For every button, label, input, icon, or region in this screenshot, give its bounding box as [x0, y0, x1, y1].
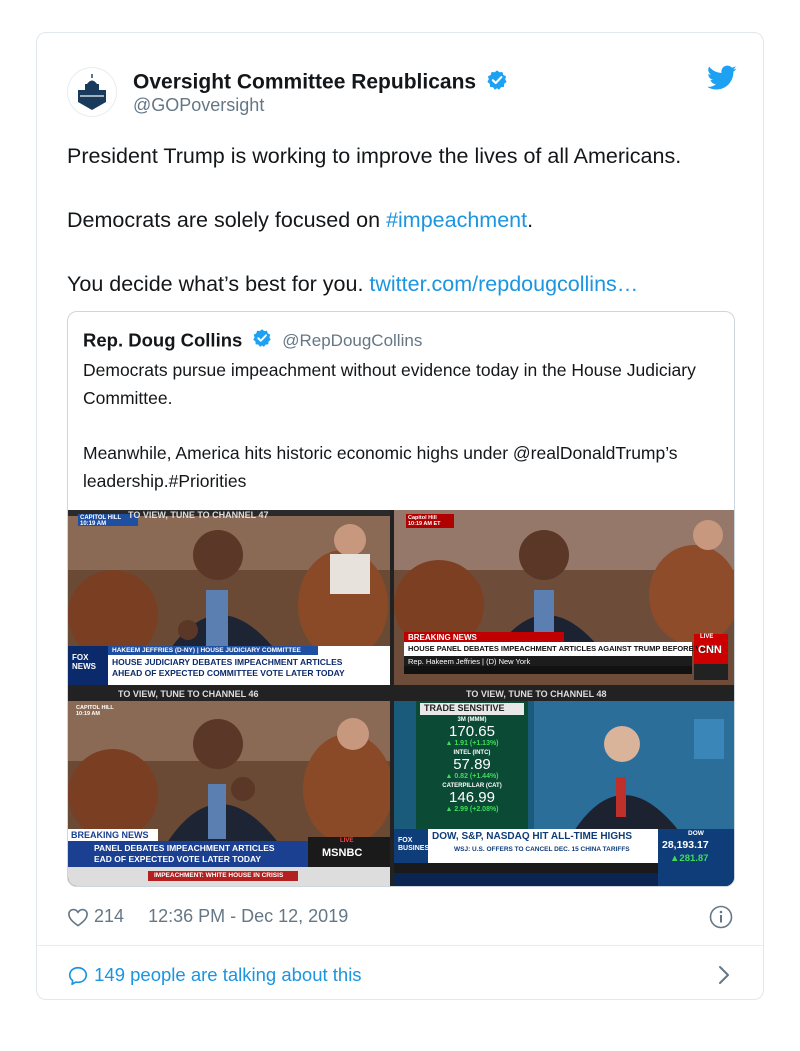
- chevron-right-icon[interactable]: [717, 963, 731, 992]
- stock-price: 57.89: [453, 756, 491, 773]
- panel-title: TRADE SENSITIVE: [424, 703, 505, 713]
- index-change: ▲281.87: [670, 853, 708, 864]
- tweet-paragraph-1: President Trump is working to improve th…: [67, 144, 682, 168]
- network-logo: FOX BUSINESS: [398, 837, 434, 852]
- lower-third-line-1: HOUSE JUDICIARY DEBATES IMPEACHMENT ARTI…: [112, 657, 343, 667]
- quoted-paragraph-1: Democrats pursue impeachment without evi…: [83, 360, 696, 408]
- tweet-text-span: Democrats are solely focused on: [67, 208, 387, 232]
- speech-bubble-icon: [67, 964, 94, 985]
- conversation-count-text[interactable]: 149 people are talking about this: [94, 964, 361, 985]
- media-grid[interactable]: TO VIEW, TUNE TO CHANNEL 47 CAPITOL HILL…: [68, 510, 734, 886]
- channel-banner: TO VIEW, TUNE TO CHANNEL 48: [466, 689, 607, 699]
- network-logo: FOX NEWS: [72, 653, 96, 671]
- twitter-bird-icon[interactable]: [707, 65, 737, 96]
- up-arrow-icon: ▲: [445, 740, 455, 747]
- sub-headline: WSJ: U.S. OFFERS TO CANCEL DEC. 15 CHINA…: [454, 846, 630, 853]
- tweet-text-span: You decide what’s best for you.: [67, 272, 370, 296]
- lower-third-line-2: EAD OF EXPECTED VOTE LATER TODAY: [94, 854, 262, 864]
- ticker-text: IMPEACHMENT: WHITE HOUSE IN CRISIS: [154, 872, 284, 879]
- tweet-paragraph-3: You decide what’s best for you. twitter.…: [67, 269, 747, 300]
- location-bug: CAPITOL HILL 10:19 AM: [80, 515, 122, 527]
- network-logo: CNN: [698, 644, 722, 656]
- author-avatar[interactable]: [67, 67, 117, 117]
- media-frame-cnn[interactable]: Capitol Hill 10:19 AM ET BREAKING NEWS H…: [394, 510, 734, 685]
- lower-third-line-1: PANEL DEBATES IMPEACHMENT ARTICLES: [94, 843, 275, 853]
- stock-change-value: 1.91 (+1.13%): [454, 740, 499, 747]
- location-bug: CAPITOL HILL 10:19 AM: [76, 705, 114, 717]
- divider: [37, 945, 763, 946]
- stock-list: 3M (MMM) 170.65 ▲ 1.91 (+1.13%) INTEL (INTC…: [420, 717, 524, 816]
- tweet-body: President Trump is working to improve th…: [67, 141, 747, 333]
- embedded-tweet-card: Oversight Committee Republicans @GOPover…: [36, 32, 764, 1000]
- channel-banner: TO VIEW, TUNE TO CHANNEL 47: [128, 510, 269, 520]
- timestamp-link[interactable]: 12:36 PM - Dec 12, 2019: [148, 906, 348, 926]
- stock-row: 3M (MMM) 170.65 ▲ 1.91 (+1.13%): [420, 717, 524, 748]
- live-badge: LIVE: [700, 634, 714, 640]
- stock-change-value: 2.99 (+2.08%): [454, 806, 499, 813]
- headline: DOW, S&P, NASDAQ HIT ALL-TIME HIGHS: [432, 831, 633, 842]
- conversation-link[interactable]: 149 people are talking about this: [67, 963, 362, 987]
- author-name-row[interactable]: Oversight Committee Republicans: [133, 69, 508, 95]
- up-arrow-icon: ▲: [445, 806, 455, 813]
- verified-badge-icon: [252, 328, 272, 353]
- tweet-paragraph-2: Democrats are solely focused on #impeach…: [67, 205, 747, 236]
- stock-change-value: 0.82 (+1.44%): [454, 773, 499, 780]
- quoted-paragraph-2: Meanwhile, America hits historic economi…: [83, 443, 678, 491]
- capitol-logo-icon: [68, 68, 116, 116]
- verified-badge-icon: [486, 69, 508, 96]
- stock-change: ▲ 1.91 (+1.13%): [420, 740, 524, 748]
- media-frame-fox-news[interactable]: TO VIEW, TUNE TO CHANNEL 47 CAPITOL HILL…: [68, 510, 390, 685]
- live-badge: LIVE: [340, 838, 354, 844]
- index-change-value: 281.87: [679, 853, 709, 864]
- stock-change: ▲ 0.82 (+1.44%): [420, 773, 524, 781]
- heart-icon[interactable]: [67, 906, 94, 927]
- author-display-name[interactable]: Oversight Committee Republicans: [133, 71, 476, 94]
- quoted-author-handle[interactable]: @RepDougCollins: [282, 331, 422, 350]
- quoted-url-link[interactable]: twitter.com/repdougcollins…: [369, 272, 638, 296]
- breaking-news-label: BREAKING NEWS: [408, 633, 477, 642]
- network-logo: MSNBC: [322, 847, 363, 859]
- info-icon[interactable]: [709, 905, 733, 934]
- quoted-tweet[interactable]: Rep. Doug Collins @RepDougCollins Democr…: [67, 311, 735, 887]
- stock-change: ▲ 2.99 (+2.08%): [420, 806, 524, 814]
- lower-third-line-2: AHEAD OF EXPECTED COMMITTEE VOTE LATER T…: [112, 668, 345, 678]
- index-value: 28,193.17: [662, 839, 709, 851]
- up-arrow-icon: ▲: [670, 853, 680, 864]
- location-bug: Capitol Hill 10:19 AM ET: [408, 515, 441, 527]
- hashtag-impeachment-link[interactable]: #impeachment: [386, 208, 527, 232]
- lower-third-name: Rep. Hakeem Jeffries | (D) New York: [408, 657, 531, 666]
- index-label: DOW: [688, 830, 704, 837]
- stock-price: 146.99: [449, 789, 495, 806]
- stock-price: 170.65: [449, 723, 495, 740]
- up-arrow-icon: ▲: [445, 773, 455, 780]
- quoted-author-name[interactable]: Rep. Doug Collins: [83, 330, 242, 351]
- tweet-text-span: .: [527, 208, 534, 232]
- lower-third-name: HAKEEM JEFFRIES (D-NY) | HOUSE JUDICIARY…: [112, 647, 301, 654]
- like-count[interactable]: 214: [94, 906, 124, 926]
- quoted-tweet-body: Democrats pursue impeachment without evi…: [83, 356, 713, 522]
- media-frame-msnbc[interactable]: TO VIEW, TUNE TO CHANNEL 46 CAPITOL HILL…: [68, 689, 390, 886]
- stock-row: CATERPILLAR (CAT) 146.99 ▲ 2.99 (+2.08%): [420, 783, 524, 814]
- headline: HOUSE PANEL DEBATES IMPEACHMENT ARTICLES…: [408, 644, 717, 653]
- tweet-meta: 214 12:36 PM - Dec 12, 2019: [67, 905, 348, 927]
- media-frame-fox-business[interactable]: TO VIEW, TUNE TO CHANNEL 48 TRADE SENSIT…: [394, 689, 734, 886]
- author-handle[interactable]: @GOPoversight: [133, 95, 264, 116]
- channel-banner: TO VIEW, TUNE TO CHANNEL 46: [118, 689, 259, 699]
- breaking-news-label: BREAKING NEWS: [71, 830, 149, 840]
- stock-row: INTEL (INTC) 57.89 ▲ 0.82 (+1.44%): [420, 750, 524, 781]
- quoted-author-row[interactable]: Rep. Doug Collins @RepDougCollins: [83, 328, 422, 352]
